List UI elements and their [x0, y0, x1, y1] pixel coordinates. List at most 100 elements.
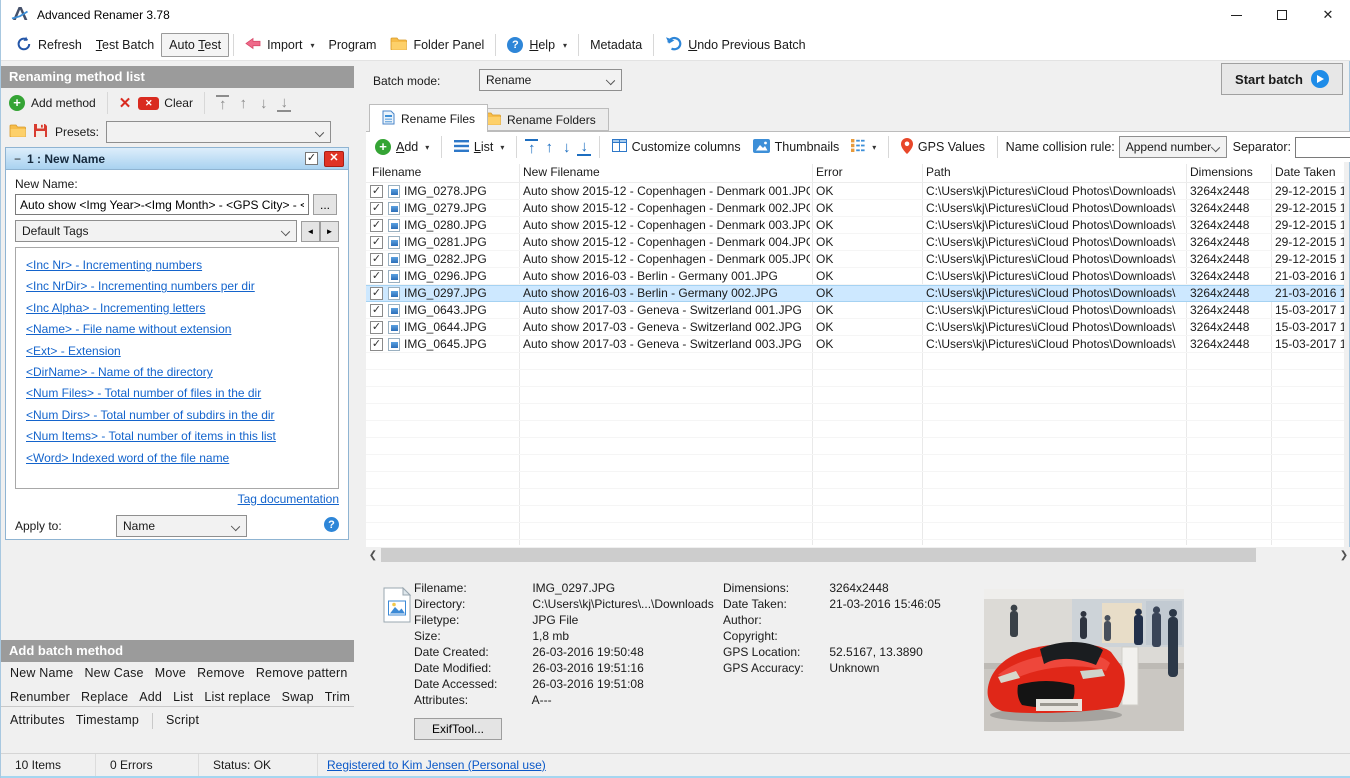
row-checkbox[interactable]	[370, 219, 383, 232]
test-batch-button[interactable]: Test Batch	[89, 34, 161, 56]
folder-panel-button[interactable]: Folder Panel	[383, 33, 491, 57]
table-row[interactable]: IMG_0280.JPG Auto show 2015-12 - Copenha…	[366, 217, 1344, 234]
row-checkbox[interactable]	[370, 236, 383, 249]
new-name-input[interactable]	[15, 194, 309, 215]
maximize-button[interactable]	[1259, 0, 1305, 30]
gps-values-button[interactable]: GPS Values	[897, 136, 989, 159]
tag-category-select[interactable]: Default Tags	[15, 220, 297, 242]
table-row[interactable]: IMG_0281.JPG Auto show 2015-12 - Copenha…	[366, 234, 1344, 251]
tag-next-button[interactable]: ►	[320, 221, 339, 242]
batch-method-link[interactable]: Timestamp	[76, 713, 139, 729]
row-checkbox[interactable]	[370, 321, 383, 334]
table-row[interactable]: IMG_0278.JPG Auto show 2015-12 - Copenha…	[366, 183, 1344, 200]
undo-previous-batch-button[interactable]: Undo Previous Batch	[658, 32, 812, 58]
col-header-new-filename[interactable]: New Filename	[523, 165, 600, 179]
move-method-up-button[interactable]: ↑	[236, 96, 250, 111]
scroll-right-arrow[interactable]: ❯	[1337, 547, 1350, 563]
move-method-down-button[interactable]: ↓	[257, 96, 271, 111]
remove-method-button[interactable]: ✕	[119, 94, 132, 112]
program-button[interactable]: Program	[322, 34, 384, 56]
batch-method-link[interactable]: Replace	[81, 690, 128, 704]
method-help-icon[interactable]: ?	[324, 517, 339, 532]
move-file-bottom-button[interactable]: ↓	[577, 139, 591, 156]
tag-link[interactable]: <DirName> - Name of the directory	[26, 362, 328, 383]
batch-method-link[interactable]: Renumber	[10, 690, 70, 704]
exiftool-button[interactable]: ExifTool...	[414, 718, 502, 740]
method-card-header[interactable]: − 1 : New Name ✓ ✕	[6, 148, 348, 170]
tag-link[interactable]: <Num Items> - Total number of items in t…	[26, 426, 328, 447]
col-header-filename[interactable]: Filename	[372, 165, 421, 179]
tab-rename-folders[interactable]: Rename Folders	[471, 108, 609, 131]
row-checkbox[interactable]	[370, 253, 383, 266]
batch-method-link[interactable]: Trim	[325, 690, 350, 704]
tag-link[interactable]: <Name> - File name without extension	[26, 319, 328, 340]
table-row[interactable]: IMG_0297.JPG Auto show 2016-03 - Berlin …	[366, 285, 1344, 302]
batch-method-link[interactable]: New Case	[84, 666, 143, 680]
table-row[interactable]: IMG_0296.JPG Auto show 2016-03 - Berlin …	[366, 268, 1344, 285]
metadata-button[interactable]: Metadata	[583, 34, 649, 56]
tag-documentation-link[interactable]: Tag documentation	[238, 492, 339, 506]
row-checkbox[interactable]	[370, 304, 383, 317]
table-row[interactable]: IMG_0643.JPG Auto show 2017-03 - Geneva …	[366, 302, 1344, 319]
method-close-button[interactable]: ✕	[324, 151, 344, 167]
add-files-button[interactable]: + Add▾	[371, 137, 433, 157]
batch-method-link[interactable]: Remove	[197, 666, 245, 680]
apply-to-select[interactable]: Name	[116, 515, 247, 537]
row-checkbox[interactable]	[370, 338, 383, 351]
move-method-top-button[interactable]: ↑	[216, 95, 230, 112]
view-options-button[interactable]: ▾	[847, 137, 880, 157]
table-row[interactable]: IMG_0282.JPG Auto show 2015-12 - Copenha…	[366, 251, 1344, 268]
move-file-down-button[interactable]: ↓	[560, 140, 574, 155]
tag-link[interactable]: <Num Files> - Total number of files in t…	[26, 383, 328, 404]
col-header-error[interactable]: Error	[816, 165, 843, 179]
auto-test-button[interactable]: Auto Test	[161, 33, 229, 57]
collision-rule-select[interactable]: Append number	[1119, 136, 1227, 158]
tag-link[interactable]: <Inc NrDir> - Incrementing numbers per d…	[26, 276, 328, 297]
col-header-path[interactable]: Path	[926, 165, 951, 179]
help-button[interactable]: ? Help▾	[500, 33, 574, 57]
tag-link[interactable]: <Ext> - Extension	[26, 341, 328, 362]
move-file-top-button[interactable]: ↑	[525, 139, 539, 156]
list-menu-button[interactable]: List▾	[450, 138, 508, 157]
tag-prev-button[interactable]: ◄	[301, 221, 320, 242]
thumbnails-button[interactable]: Thumbnails	[749, 137, 844, 158]
close-button[interactable]: ✕	[1305, 0, 1350, 30]
move-file-up-button[interactable]: ↑	[542, 140, 556, 155]
batch-method-link[interactable]: Remove pattern	[256, 666, 348, 680]
batch-method-link[interactable]: Attributes	[10, 713, 65, 729]
tag-link[interactable]: <Inc Nr> - Incrementing numbers	[26, 255, 328, 276]
row-checkbox[interactable]	[370, 202, 383, 215]
row-checkbox[interactable]	[370, 185, 383, 198]
presets-select[interactable]	[106, 121, 331, 143]
table-row[interactable]: IMG_0645.JPG Auto show 2017-03 - Geneva …	[366, 336, 1344, 353]
add-method-button[interactable]: + Add method	[9, 95, 96, 111]
col-header-dimensions[interactable]: Dimensions	[1190, 165, 1253, 179]
browse-tags-button[interactable]: ...	[313, 194, 337, 215]
row-checkbox[interactable]	[370, 287, 383, 300]
tab-rename-files[interactable]: Rename Files	[369, 104, 488, 132]
separator-input[interactable]	[1295, 137, 1350, 158]
save-preset-icon[interactable]	[33, 123, 48, 141]
clear-methods-button[interactable]: ✕ Clear	[138, 96, 193, 110]
start-batch-button[interactable]: Start batch	[1221, 63, 1343, 95]
table-row[interactable]: IMG_0279.JPG Auto show 2015-12 - Copenha…	[366, 200, 1344, 217]
batch-method-link[interactable]: Add	[139, 690, 162, 704]
collapse-icon[interactable]: −	[14, 152, 21, 166]
batch-mode-select[interactable]: Rename	[479, 69, 622, 91]
method-enabled-checkbox[interactable]: ✓	[305, 152, 318, 165]
import-button[interactable]: Import▾	[238, 33, 321, 57]
tag-link[interactable]: <Num Dirs> - Total number of subdirs in …	[26, 405, 328, 426]
batch-method-link[interactable]: New Name	[10, 666, 73, 680]
move-method-bottom-button[interactable]: ↓	[277, 95, 291, 112]
tag-link[interactable]: <Inc Alpha> - Incrementing letters	[26, 298, 328, 319]
registered-link[interactable]: Registered to Kim Jensen (Personal use)	[327, 758, 546, 772]
minimize-button[interactable]	[1213, 0, 1259, 30]
batch-method-link[interactable]: Script	[166, 713, 199, 729]
refresh-button[interactable]: Refresh	[9, 32, 89, 59]
scroll-left-arrow[interactable]: ❮	[366, 547, 380, 563]
batch-method-link[interactable]: List replace	[204, 690, 270, 704]
col-header-date-taken[interactable]: Date Taken	[1275, 165, 1336, 179]
scrollbar-thumb[interactable]	[381, 548, 1256, 562]
batch-method-link[interactable]: List	[173, 690, 193, 704]
table-row[interactable]: IMG_0644.JPG Auto show 2017-03 - Geneva …	[366, 319, 1344, 336]
